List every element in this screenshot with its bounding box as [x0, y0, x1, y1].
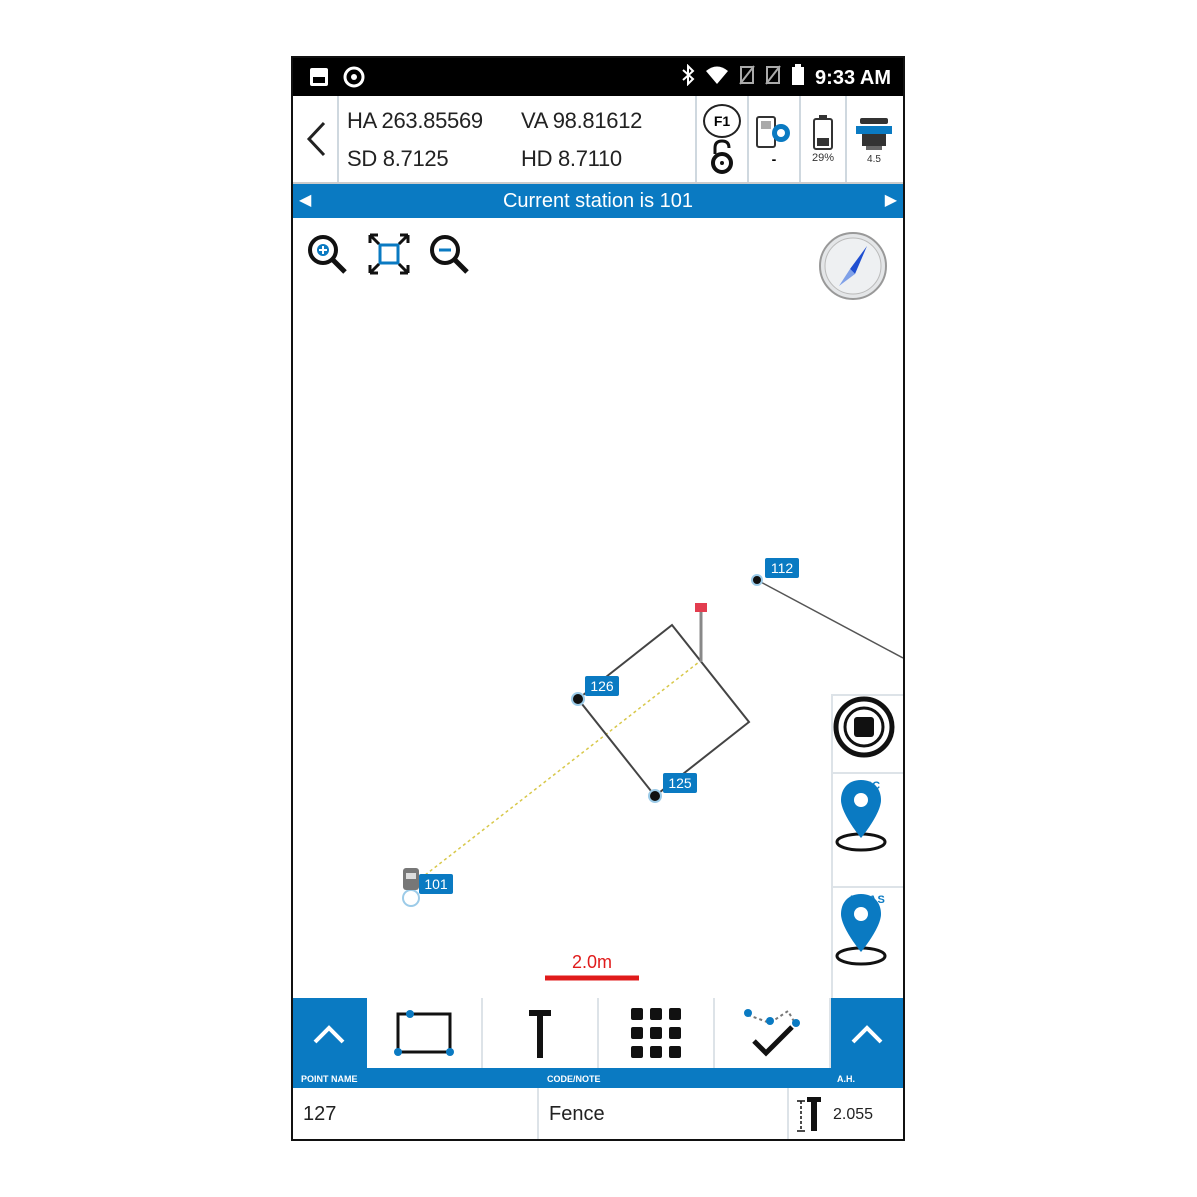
point-name-field[interactable]: 127 [293, 1088, 539, 1139]
prism-cell[interactable]: 4.5 [845, 96, 901, 182]
point-126-label: 126 [585, 676, 619, 696]
expand-right-button[interactable] [831, 998, 903, 1070]
station-101-marker[interactable] [402, 868, 420, 907]
instrument-settings-cell[interactable]: - [747, 96, 799, 182]
arrow-left-icon: ◀ [299, 192, 312, 209]
zoom-out-icon [430, 235, 469, 274]
ha-readout: HA 263.85569 [347, 108, 483, 133]
instrument-battery-icon [813, 115, 833, 150]
point-126-marker[interactable] [571, 692, 585, 706]
zoom-out-button[interactable] [427, 232, 471, 276]
zoom-in-button[interactable] [305, 232, 349, 276]
antenna-height-field[interactable]: 2.055 [789, 1088, 903, 1139]
svg-text:101: 101 [424, 876, 448, 892]
station-text: Current station is 101 [502, 190, 694, 212]
arrow-right-icon: ▶ [884, 192, 897, 209]
grid-icon [631, 1008, 681, 1058]
stop-icon [833, 696, 895, 758]
battery-icon [791, 64, 805, 92]
bluetooth-icon [681, 63, 695, 92]
wifi-icon [705, 65, 729, 91]
station-sight-line [410, 661, 700, 887]
point-125-marker[interactable] [648, 789, 662, 803]
va-readout: VA 98.81612 [521, 108, 643, 133]
fence-polygon [576, 623, 751, 798]
grid-tool-button[interactable] [599, 998, 715, 1068]
target-icon [343, 66, 365, 93]
sd-readout: SD 8.7125 [347, 146, 449, 171]
total-station-icon [856, 117, 892, 150]
chevron-up-icon [313, 1025, 345, 1044]
map-canvas[interactable]: 2.0m 112 126 125 101 [293, 218, 903, 998]
field-labels-bar: POINT NAME CODE/NOTE A.H. [293, 1070, 903, 1088]
point-101-label: 101 [419, 874, 453, 894]
ah-label: A.H. [837, 1074, 855, 1084]
clock: 9:33 AM [815, 66, 891, 89]
scale-label: 2.0m [572, 952, 612, 972]
rec-button[interactable]: REC [831, 772, 903, 886]
image-icon [309, 67, 329, 92]
point-entry-fields: 127 Fence 2.055 [293, 1088, 903, 1139]
f1-lock-cell[interactable]: F1 [695, 96, 747, 182]
bottom-toolbar [293, 998, 903, 1070]
status-bar: 9:33 AM [293, 58, 903, 96]
current-station-bar: ◀ Current station is 101 ▶ [293, 184, 903, 218]
pole-tool-button[interactable] [483, 998, 599, 1068]
rectangle-tool-icon [394, 1010, 454, 1056]
line-112 [756, 579, 903, 659]
point-112-marker[interactable] [751, 574, 763, 586]
location-pin-icon [835, 780, 887, 852]
svg-text:125: 125 [668, 775, 692, 791]
compass-button[interactable] [817, 230, 889, 302]
back-button[interactable] [295, 96, 339, 182]
zoom-extents-icon [368, 233, 410, 275]
expand-left-button[interactable] [293, 998, 365, 1070]
zoom-extents-button[interactable] [367, 232, 411, 276]
stop-button[interactable] [831, 694, 903, 772]
point-112-label: 112 [765, 558, 799, 578]
check-points-tool-button[interactable] [715, 998, 831, 1068]
pole-icon [529, 1010, 551, 1058]
zoom-in-icon [308, 235, 347, 274]
check-points-icon [744, 1009, 800, 1057]
hd-readout: HD 8.7110 [521, 146, 622, 171]
meas-button[interactable]: MEAS [831, 886, 903, 998]
no-sim-icon [739, 65, 755, 91]
location-pin-icon [835, 894, 887, 966]
battery-cell: 29% [799, 96, 845, 182]
svg-text:112: 112 [771, 560, 794, 576]
code-note-label: CODE/NOTE [547, 1074, 601, 1084]
chevron-up-icon [851, 1025, 883, 1044]
antenna-height-icon [797, 1096, 821, 1132]
code-note-field[interactable]: Fence [539, 1088, 789, 1139]
point-name-label: POINT NAME [301, 1074, 358, 1084]
compass-icon [819, 232, 887, 300]
instrument-gear-icon [756, 116, 790, 148]
lock-icon [711, 139, 733, 174]
rectangle-tool-button[interactable] [367, 998, 483, 1068]
chevron-left-icon [306, 121, 326, 157]
no-sim-icon [765, 65, 781, 91]
point-125-label: 125 [663, 773, 697, 793]
target-marker [695, 604, 707, 612]
svg-text:126: 126 [590, 678, 614, 694]
f1-badge: F1 [703, 104, 741, 138]
device-screen: 9:33 AM HA 263.85569 VA 98.81612 SD 8.71… [291, 56, 905, 1141]
measurement-bar: HA 263.85569 VA 98.81612 SD 8.7125 HD 8.… [293, 96, 903, 184]
